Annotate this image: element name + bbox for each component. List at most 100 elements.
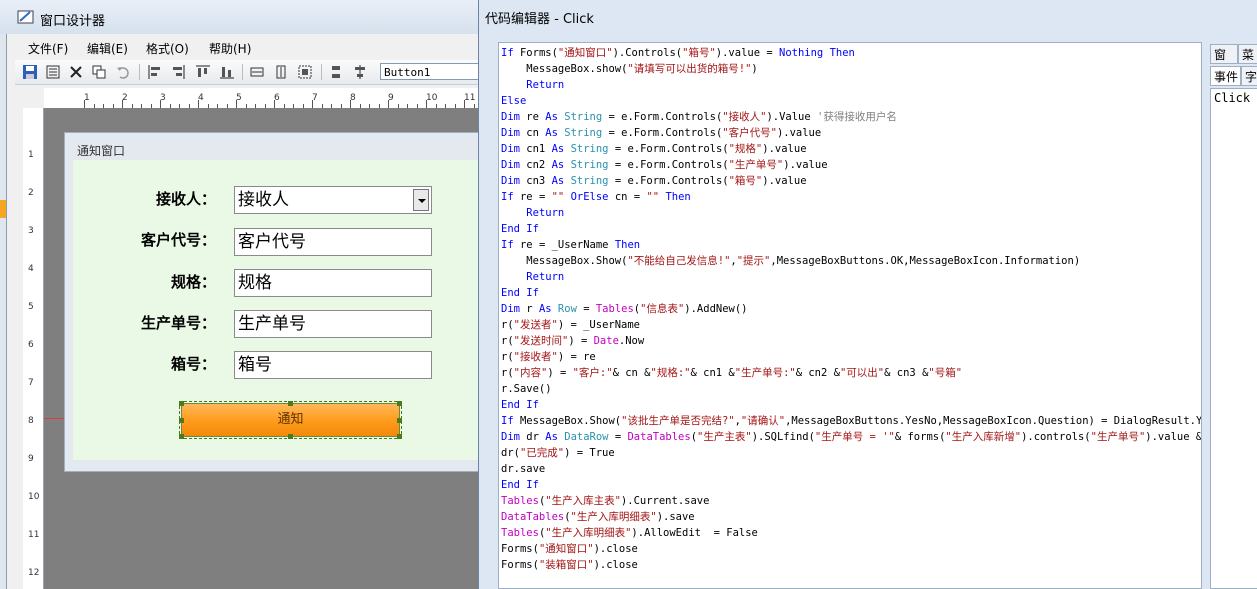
code-line[interactable]: End If [501,477,1201,493]
ruler-tick-label: 8 [28,416,34,426]
ruler-tick [312,100,313,108]
menu-bar: 文件(F) 编辑(E) 格式(O) 帮助(H) [15,38,480,58]
delete-icon[interactable] [68,64,84,80]
ruler-tick-label: 3 [28,226,34,236]
code-line[interactable]: r("内容") = "客户:"& cn &"规格:"& cn1 &"生产单号:"… [501,365,1201,381]
code-line[interactable]: r("发送者") = _UserName [501,317,1201,333]
code-line[interactable]: Return [501,77,1201,93]
menu-edit[interactable]: 编辑(E) [87,40,128,57]
code-line[interactable]: dr("已完成") = True [501,445,1201,461]
code-line[interactable]: r("接收者") = re [501,349,1201,365]
copy-icon[interactable] [91,64,107,80]
properties-icon[interactable] [45,64,61,80]
event-item-click[interactable]: Click [1214,91,1250,105]
ruler-tick-label: 6 [28,340,34,350]
code-line[interactable]: End If [501,397,1201,413]
code-line[interactable]: If re = _UserName Then [501,237,1201,253]
undo-icon[interactable] [115,64,131,80]
align-bottom-icon[interactable] [219,64,235,80]
align-left-icon[interactable] [147,64,163,80]
order-number-input[interactable]: 生产单号 [234,310,432,338]
menu-help[interactable]: 帮助(H) [209,40,251,57]
resize-handle[interactable] [179,418,184,423]
code-line[interactable]: If re = "" OrElse cn = "" Then [501,189,1201,205]
customer-code-input[interactable]: 客户代号 [234,228,432,256]
ruler-tick-label: 2 [28,188,34,198]
code-line[interactable]: r.Save() [501,381,1201,397]
code-line[interactable]: If MessageBox.Show("该批生产单是否完结?","请确认",Me… [501,413,1201,429]
code-line[interactable]: Dim cn As String = e.Form.Controls("客户代号… [501,125,1201,141]
code-editor-window: 代码编辑器 - Click If Forms("通知窗口").Controls(… [478,0,1257,589]
receiver-combobox[interactable]: 接收人 [234,186,432,214]
code-line[interactable]: Dim cn1 As String = e.Form.Controls("规格"… [501,141,1201,157]
ruler-tick [198,100,199,108]
code-line[interactable]: Return [501,205,1201,221]
ruler-tick-label: 12 [28,568,40,578]
resize-handle[interactable] [179,434,184,439]
box-number-label: 箱号： [170,355,216,373]
resize-handle[interactable] [288,401,293,406]
control-selector[interactable]: Button1 [380,63,480,80]
align-right-icon[interactable] [170,64,186,80]
code-line[interactable]: Tables("生产入库主表").Current.save [501,493,1201,509]
receiver-label: 接收人： [155,190,216,208]
ruler-tick-label: 11 [28,530,40,540]
box-number-input[interactable]: 箱号 [234,351,432,379]
code-line[interactable]: Dim re As String = e.Form.Controls("接收人"… [501,109,1201,125]
code-line[interactable]: r("发送时间") = Date.Now [501,333,1201,349]
tab-fields[interactable]: 字段 [1241,66,1257,86]
notify-button[interactable]: 通知 [181,403,400,437]
resize-handle[interactable] [397,434,402,439]
code-line[interactable]: Forms("通知窗口").close [501,541,1201,557]
code-pane[interactable]: If Forms("通知窗口").Controls("箱号").value = … [498,42,1202,589]
ruler-tick [236,100,237,108]
ruler-tick-label: 10 [28,492,40,502]
spec-input[interactable]: 规格 [234,269,432,297]
code-line[interactable]: Dim cn3 As String = e.Form.Controls("箱号"… [501,173,1201,189]
code-text[interactable]: If Forms("通知窗口").Controls("箱号").value = … [501,45,1201,573]
resize-handle[interactable] [397,401,402,406]
code-line[interactable]: Forms("装箱窗口").close [501,557,1201,573]
resize-handle[interactable] [397,418,402,423]
code-line[interactable]: End If [501,221,1201,237]
ruler-tick-label: 1 [28,150,34,160]
code-line[interactable]: MessageBox.show("请填写可以出货的箱号!") [501,61,1201,77]
code-line[interactable]: Tables("生产入库明细表").AllowEdit = False [501,525,1201,541]
code-line[interactable]: Dim r As Row = Tables("信息表").AddNew() [501,301,1201,317]
code-line[interactable]: Dim dr As DataRow = DataTables("生产主表").S… [501,429,1201,445]
chevron-down-icon[interactable] [413,189,429,211]
center-icon[interactable] [352,64,368,80]
same-size-icon[interactable] [297,64,313,80]
same-width-icon[interactable] [249,64,265,80]
ruler-tick-label: 11 [464,93,476,103]
ruler-tick [122,100,123,108]
spacing-icon[interactable] [328,64,344,80]
code-line[interactable]: Dim cn2 As String = e.Form.Controls("生产单… [501,157,1201,173]
ruler-tick-label: 4 [28,264,34,274]
ruler-guide [44,418,64,419]
resize-handle[interactable] [179,401,184,406]
tab-events[interactable]: 事件 [1210,66,1241,86]
code-line[interactable]: dr.save [501,461,1201,477]
event-list [1210,88,1257,589]
ruler-tick [274,100,275,108]
menu-file[interactable]: 文件(F) [28,40,68,57]
save-icon[interactable] [22,64,38,80]
ruler-corner [23,88,44,108]
code-line[interactable]: Return [501,269,1201,285]
code-line[interactable]: End If [501,285,1201,301]
code-line[interactable]: MessageBox.Show("不能给自己发信息!","提示",Message… [501,253,1201,269]
tab-window[interactable]: 窗口 [1210,44,1238,82]
ruler-tick-label: 9 [28,454,34,464]
same-height-icon[interactable] [273,64,289,80]
horizontal-ruler: 1 2 3 4 5 6 7 8 9 10 11 [44,88,480,109]
resize-handle[interactable] [288,434,293,439]
tab-menu[interactable]: 菜单 [1238,44,1257,64]
code-line[interactable]: DataTables("生产入库明细表").save [501,509,1201,525]
order-number-label: 生产单号： [140,314,216,332]
code-line[interactable]: If Forms("通知窗口").Controls("箱号").value = … [501,45,1201,61]
align-top-icon[interactable] [195,64,211,80]
designer-window: 窗口设计器 文件(F) 编辑(E) 格式(O) 帮助(H) Button1 12… [0,0,480,589]
menu-format[interactable]: 格式(O) [146,40,189,57]
code-line[interactable]: Else [501,93,1201,109]
